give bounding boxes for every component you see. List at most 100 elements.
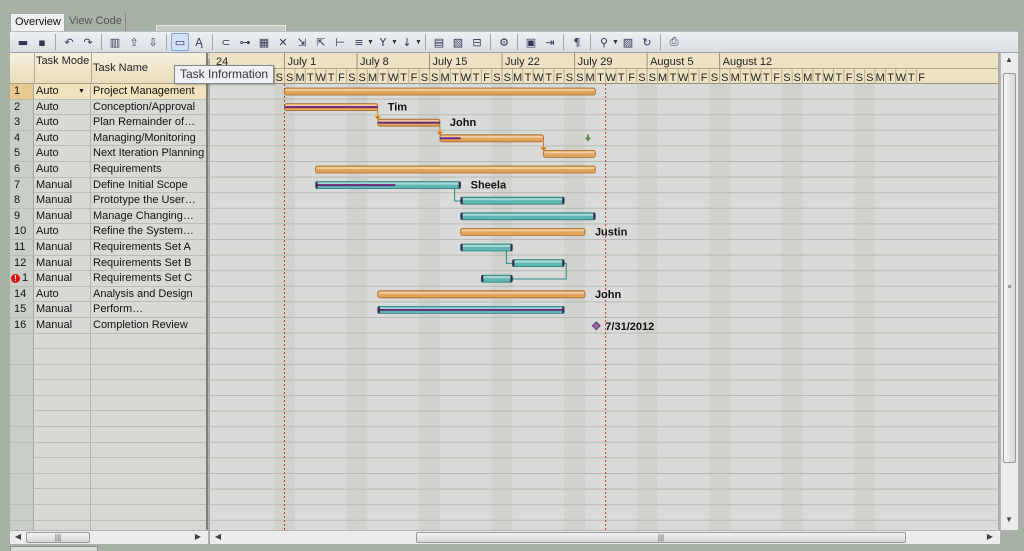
table-row[interactable]: 9 Manual Manage Changing… (10, 208, 206, 225)
task-name-cell[interactable] (91, 427, 206, 442)
task-mode-cell[interactable] (34, 458, 91, 474)
grid-scroll-thumb[interactable]: ||| (26, 532, 90, 543)
task-name-cell[interactable] (91, 521, 206, 530)
task-name-cell[interactable]: Plan Remainder of… (91, 115, 206, 130)
task-mode-cell[interactable]: Auto (34, 286, 91, 302)
task-name-cell[interactable]: Perform… (91, 302, 206, 317)
task-name-cell[interactable]: Prototype the User… (91, 193, 206, 208)
scroll-up-icon[interactable]: ▲ (1001, 55, 1017, 64)
task-mode-cell[interactable] (34, 473, 91, 489)
task-name-cell[interactable]: Project Management (91, 84, 206, 99)
empty-row[interactable] (10, 333, 206, 350)
task-name-cell[interactable]: Requirements (91, 162, 206, 177)
vertical-scroll-thumb[interactable] (1003, 73, 1016, 463)
open-folder-button[interactable]: ▬ (14, 33, 32, 51)
task-name-cell[interactable]: Next Iteration Planning (91, 146, 206, 161)
task-name-cell[interactable] (91, 349, 206, 364)
task-mode-cell[interactable] (34, 333, 91, 349)
move-down-button[interactable]: ⇩ (144, 33, 162, 51)
task-name-cell[interactable] (91, 396, 206, 411)
calendar-button[interactable]: ▦ (255, 33, 273, 51)
task-name-cell[interactable]: Define Initial Scope (91, 178, 206, 193)
gantt-chart[interactable]: 24 July 1 July 8 July 15 July 22 July 29 Augus… (210, 53, 998, 530)
tab-view-code[interactable]: View Code (65, 13, 126, 31)
scroll-left-icon[interactable]: ◀ (10, 532, 26, 541)
table-row[interactable]: 8 Manual Prototype the User… (10, 193, 206, 209)
task-mode-cell[interactable]: Auto ▼ (34, 84, 91, 99)
empty-row[interactable] (10, 427, 206, 443)
filter-button[interactable]: Y (374, 33, 392, 51)
task-name-cell[interactable]: Requirements Set B (91, 256, 206, 271)
chevron-down-icon[interactable]: ▼ (76, 86, 87, 97)
move-up-button[interactable]: ⇧ (125, 33, 143, 51)
settings-button[interactable]: ⚙ (495, 33, 513, 51)
dropdown-arrow-icon[interactable]: ▼ (367, 39, 374, 46)
delete-button[interactable]: ✕ (274, 33, 292, 51)
task-name-cell[interactable]: Requirements Set C (91, 271, 206, 286)
chart-scroll-thumb[interactable]: ||| (416, 532, 906, 543)
empty-row[interactable] (10, 442, 206, 459)
task-mode-cell[interactable]: Manual (34, 302, 91, 318)
task-name-cell[interactable]: Managing/Monitoring (91, 131, 206, 146)
empty-row[interactable] (10, 364, 206, 381)
export-button[interactable]: ⇥ (541, 33, 559, 51)
task-name-cell[interactable] (91, 334, 206, 349)
table-row[interactable]: 11 Manual Requirements Set A (10, 239, 206, 256)
refresh-button[interactable]: ↻ (638, 33, 656, 51)
scroll-left-icon[interactable]: ◀ (210, 532, 226, 541)
table-row[interactable]: 1 Auto ▼ Project Management (10, 84, 206, 100)
scroll-right-icon[interactable]: ▶ (982, 532, 998, 541)
task-name-cell[interactable] (91, 411, 206, 426)
task-name-cell[interactable]: Requirements Set A (91, 240, 206, 255)
print-preview-button[interactable]: ▣ (522, 33, 540, 51)
insert-task-button[interactable]: ⊂ (217, 33, 235, 51)
empty-row[interactable] (10, 411, 206, 428)
task-mode-cell[interactable] (34, 520, 91, 530)
chart-horizontal-scrollbar[interactable]: ◀ ||| ▶ (210, 530, 1000, 544)
empty-row[interactable] (10, 505, 206, 521)
task-mode-cell[interactable]: Manual (34, 193, 91, 209)
empty-row[interactable] (10, 520, 206, 530)
table-row[interactable]: 14 Auto Analysis and Design (10, 286, 206, 303)
empty-row[interactable] (10, 458, 206, 474)
task-name-cell[interactable] (91, 489, 206, 504)
task-mode-cell[interactable]: Auto (34, 130, 91, 146)
task-name-cell[interactable]: Refine the System… (91, 224, 206, 239)
table-row[interactable]: 6 Auto Requirements (10, 161, 206, 178)
empty-row[interactable] (10, 473, 206, 490)
table-row[interactable]: 5 Auto Next Iteration Planning (10, 146, 206, 162)
vertical-scrollbar[interactable]: ▲ ≡ ▼ (1000, 53, 1018, 530)
error-icon[interactable]: ! (11, 274, 20, 284)
task-name-cell[interactable]: Manage Changing… (91, 209, 206, 224)
indent-button[interactable]: ⇲ (293, 33, 311, 51)
task-mode-cell[interactable]: Auto (34, 115, 91, 131)
column-header-task-mode[interactable]: Task Mode (36, 55, 90, 67)
table-row[interactable]: 16 Manual Completion Review (10, 317, 206, 334)
dropdown-arrow-icon[interactable]: ▼ (415, 39, 422, 46)
milestone-diamond-icon[interactable] (591, 321, 601, 331)
task-mode-cell[interactable]: Manual (34, 255, 91, 271)
task-mode-cell[interactable] (34, 349, 91, 365)
task-mode-cell[interactable] (34, 411, 91, 427)
dropdown-arrow-icon[interactable]: ▼ (391, 39, 398, 46)
task-mode-cell[interactable]: Manual (34, 177, 91, 193)
table-row[interactable]: 7 Manual Define Initial Scope (10, 177, 206, 194)
table-row[interactable]: 2 Auto Conception/Approval (10, 99, 206, 116)
display-options-button[interactable]: ≡ (350, 33, 368, 51)
table-row[interactable]: 3 Auto Plan Remainder of… (10, 115, 206, 131)
table-row[interactable]: 10 Auto Refine the System… (10, 224, 206, 240)
task-mode-cell[interactable] (34, 395, 91, 411)
notes-button[interactable]: Ą (190, 33, 208, 51)
split-task-button[interactable]: ⊢ (331, 33, 349, 51)
paragraph-button[interactable]: ¶ (568, 33, 586, 51)
task-mode-cell[interactable]: Manual (34, 208, 91, 224)
task-mode-cell[interactable] (34, 427, 91, 443)
assign-button[interactable]: ⊟ (468, 33, 486, 51)
task-name-cell[interactable] (91, 474, 206, 489)
outdent-button[interactable]: ⇱ (312, 33, 330, 51)
tab-overview[interactable]: Overview (10, 13, 65, 32)
task-mode-cell[interactable]: Manual (34, 239, 91, 255)
task-mode-cell[interactable] (34, 380, 91, 396)
sort-button[interactable]: ↓ (398, 33, 416, 51)
bottom-tab[interactable] (10, 546, 98, 551)
